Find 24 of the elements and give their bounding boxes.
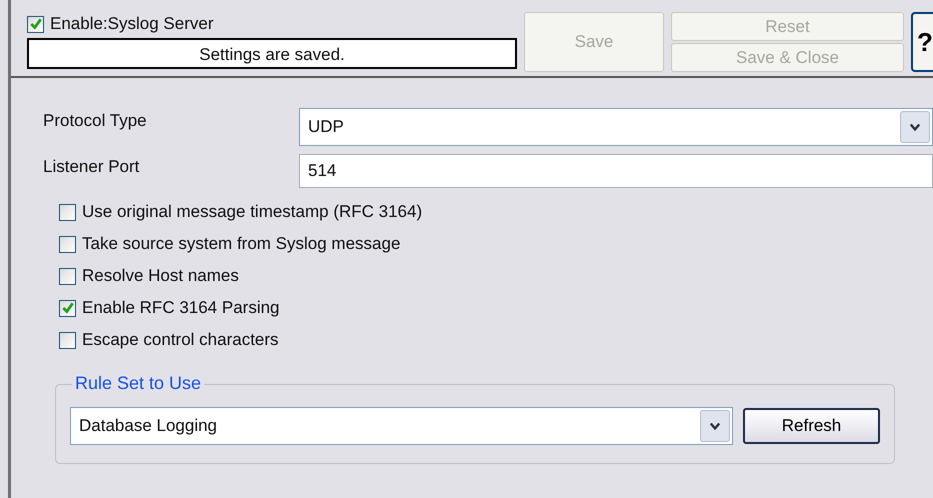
checkbox-label: Enable:Syslog Server bbox=[50, 14, 214, 34]
checkbox[interactable] bbox=[59, 268, 76, 284]
checkbox-label: Enable RFC 3164 Parsing bbox=[82, 298, 280, 318]
checkbox[interactable] bbox=[59, 204, 76, 220]
protocol-dropdown[interactable]: UDP bbox=[299, 108, 933, 146]
input-field[interactable]: 514 bbox=[299, 154, 933, 188]
chevron-down-icon bbox=[709, 420, 722, 432]
checkbox[interactable] bbox=[59, 236, 76, 252]
chevron-down-icon bbox=[909, 121, 921, 133]
dropdown-button[interactable] bbox=[900, 111, 930, 143]
field-label: Protocol Type bbox=[43, 110, 148, 132]
refresh-button[interactable]: Refresh bbox=[743, 408, 880, 444]
checkbox[interactable] bbox=[59, 332, 76, 348]
field-label: Listener Port bbox=[43, 156, 140, 178]
checkbox-label: Use original message timestamp (RFC 3164) bbox=[82, 202, 422, 222]
rule-set-dropdown[interactable]: Database Logging bbox=[70, 407, 734, 445]
checkbox-label: Take source system from Syslog message bbox=[82, 234, 400, 254]
help-button[interactable]: ? bbox=[911, 12, 933, 72]
checkbox[interactable] bbox=[59, 300, 76, 316]
checkbox[interactable] bbox=[27, 16, 44, 32]
dropdown-button[interactable] bbox=[700, 410, 730, 442]
checkbox-label: Escape control characters bbox=[82, 330, 279, 350]
status-message: Settings are saved. bbox=[27, 38, 517, 69]
checkbox-label: Resolve Host names bbox=[82, 266, 239, 286]
